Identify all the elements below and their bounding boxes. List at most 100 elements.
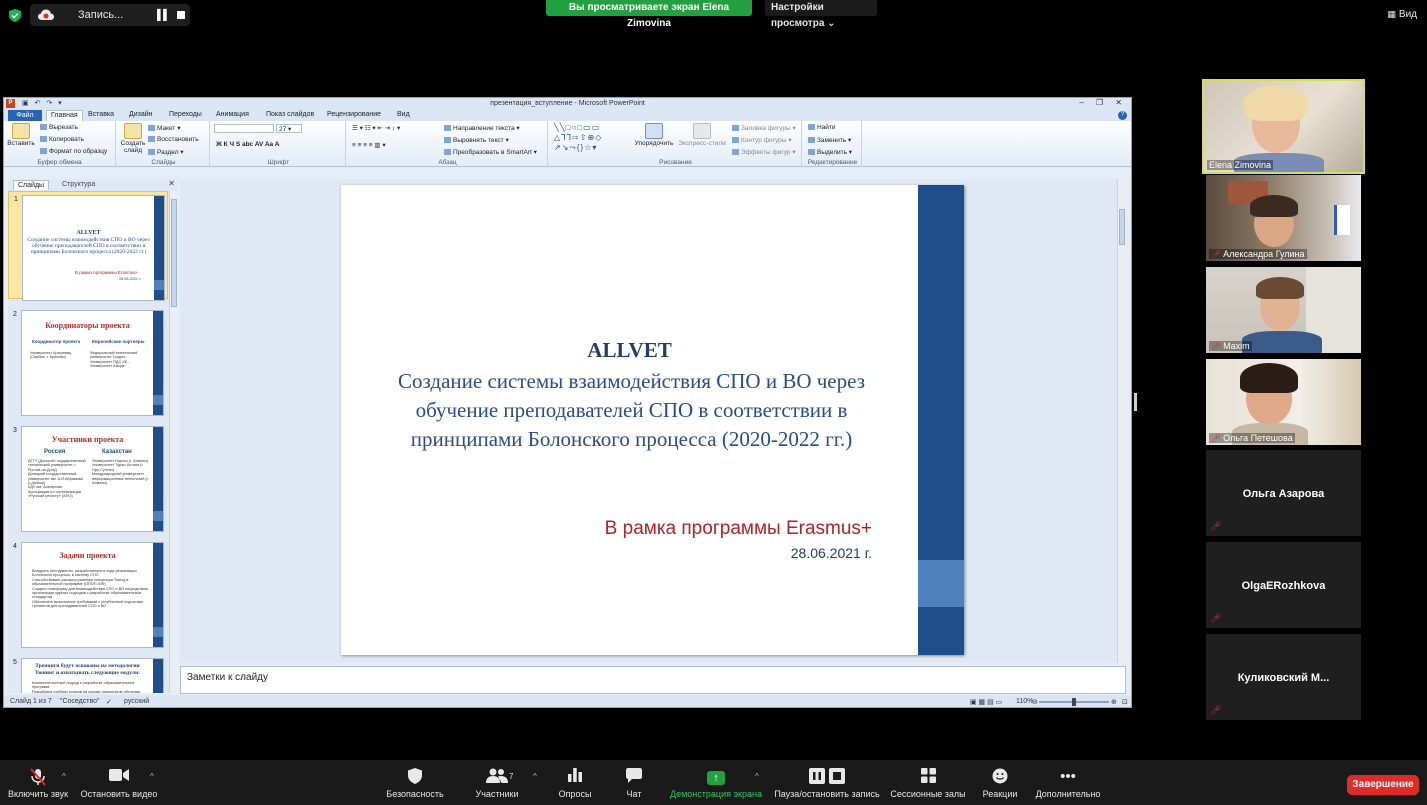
participant-tile[interactable]: OlgaERozhkova 🎤︎	[1206, 542, 1361, 628]
slides-pane-scrollbar[interactable]	[169, 191, 178, 693]
cut-button[interactable]: Вырезать	[40, 124, 78, 131]
breakout-rooms-button[interactable]: Сессионные залы	[888, 768, 968, 799]
video-options-caret-icon[interactable]: ^	[150, 772, 154, 781]
participant-name: Elena Zimovina	[1207, 160, 1274, 170]
slide-subtitle[interactable]: Создание системы взаимодействия СПО и ВО…	[359, 367, 904, 454]
tab-home[interactable]: Главная	[46, 110, 83, 121]
copy-button[interactable]: Копировать	[40, 136, 84, 143]
reactions-button[interactable]: Реакции	[980, 768, 1020, 799]
replace-button[interactable]: Заменить ▾	[808, 136, 851, 144]
tab-insert[interactable]: Вставка	[88, 111, 114, 118]
tab-outline[interactable]: Структура	[58, 180, 99, 190]
encryption-shield-icon[interactable]	[9, 9, 21, 22]
participant-tile[interactable]: Ольга Азарова 🎤︎	[1206, 450, 1361, 536]
slide-program-text[interactable]: В рамка программы Erasmus+	[605, 518, 872, 540]
font-format-buttons[interactable]: Ж К Ч S abc AV Aa A	[216, 141, 279, 148]
reset-icon	[148, 136, 155, 143]
slide-thumbnail-5[interactable]: 5 Тренинги будут основаны на методологии…	[8, 655, 168, 693]
font-size-select[interactable]: 27 ▾	[276, 124, 302, 133]
slide-accent-block	[154, 280, 164, 290]
slide-thumbnail-4[interactable]: 4 Задачи проекта Внедрить инструменты, р…	[8, 539, 168, 648]
language-indicator[interactable]: русский	[124, 698, 149, 705]
paste-button[interactable]: Вставить	[6, 123, 36, 147]
view-layout-button[interactable]: ▦ Вид	[1387, 9, 1417, 20]
slide-notes-field[interactable]: Заметки к слайду	[180, 666, 1126, 694]
view-mode-buttons[interactable]: ▣ ▦ ▤ ▭	[970, 698, 1002, 706]
share-options-caret-icon[interactable]: ^	[755, 772, 759, 781]
reset-button[interactable]: Восстановить	[148, 136, 199, 143]
zoom-slider[interactable]	[1039, 698, 1109, 706]
slide-accent-block	[153, 395, 163, 405]
thumb-col2-heading: Европейские партнеры	[92, 339, 145, 344]
align-text-button[interactable]: Выровнять текст ▾	[444, 136, 509, 144]
section-button[interactable]: Раздел ▾	[148, 148, 184, 156]
participant-tile[interactable]: 🎤︎ Maxim	[1206, 267, 1361, 353]
group-name-clipboard: Буфер обмена	[37, 159, 82, 166]
tab-design[interactable]: Дизайн	[129, 111, 153, 118]
security-button[interactable]: Безопасность	[386, 768, 444, 799]
tab-view[interactable]: Вид	[397, 111, 410, 118]
font-family-select[interactable]	[214, 124, 274, 133]
unmute-button[interactable]: Включить звук	[6, 768, 70, 799]
recording-indicator[interactable]: Запись... ▌▌	[30, 4, 190, 26]
close-pane-icon[interactable]: ✕	[168, 179, 175, 188]
slide-thumbnail-2[interactable]: 2 Координаторы проекта Координатор проек…	[8, 307, 168, 416]
tab-transitions[interactable]: Переходы	[169, 111, 202, 118]
view-options-dropdown[interactable]: Настройки просмотра ⌄	[765, 0, 877, 29]
select-button[interactable]: Выделить ▾	[808, 148, 852, 156]
pause-recording-icon[interactable]: ▌▌	[157, 10, 170, 21]
shape-effects-button[interactable]: Эффекты фигур ▾	[732, 148, 796, 156]
ribbon-group-font: 27 ▾ Ж К Ч S abc AV Aa A Шрифт	[212, 121, 346, 167]
text-direction-button[interactable]: Направление текста ▾	[444, 124, 520, 132]
new-slide-button[interactable]: Создать слайд	[120, 123, 146, 154]
scrollbar-thumb[interactable]	[1119, 209, 1125, 245]
fill-bucket-icon	[732, 125, 739, 132]
participants-options-caret-icon[interactable]: ^	[533, 772, 537, 781]
participant-tile[interactable]: 🎤︎ Ольга Петешова	[1206, 359, 1361, 445]
chat-button[interactable]: Чат	[622, 768, 646, 799]
tab-slides[interactable]: Слайды	[13, 180, 50, 190]
quick-styles-button[interactable]: Экспресс-стили	[678, 123, 726, 147]
stop-video-button[interactable]: Остановить видео	[80, 768, 158, 799]
shape-fill-button[interactable]: Заливка фигуры ▾	[732, 124, 796, 132]
format-painter-button[interactable]: Формат по образцу	[40, 148, 107, 155]
participant-tile[interactable]: Куликовский М... 🎤︎	[1206, 634, 1361, 720]
zoom-in-icon[interactable]: ⊕	[1111, 698, 1117, 706]
shape-outline-button[interactable]: Контур фигуры ▾	[732, 136, 792, 144]
more-button[interactable]: ••• Дополнительно	[1032, 768, 1104, 799]
slide-date-text[interactable]: 28.06.2021 г.	[791, 545, 872, 561]
smartart-button[interactable]: Преобразовать в SmartArt ▾	[444, 148, 537, 156]
fit-slide-icon[interactable]: ⊡	[1122, 698, 1128, 706]
tab-file[interactable]: Файл	[8, 110, 42, 121]
slide-thumbnail-3[interactable]: 3 Участники проекта Россия Казахстан ДГТ…	[8, 423, 168, 532]
window-controls[interactable]: ‒ ❐ ✕	[1079, 98, 1127, 107]
slide-area-scrollbar[interactable]	[1117, 179, 1126, 663]
polls-button[interactable]: Опросы	[556, 768, 594, 799]
current-slide[interactable]: ALLVET Создание системы взаимодействия С…	[341, 185, 964, 655]
audio-options-caret-icon[interactable]: ^	[62, 772, 66, 781]
slide-thumbnail-1[interactable]: 1 ALLVET Создание системы взаимодействия…	[8, 191, 168, 301]
shapes-gallery[interactable]: ╲╲□○□▭▭ △⅂⅂⇨⇧⊕◇ ↗↘⤳{}☆▾	[554, 123, 602, 153]
align-buttons[interactable]: ≡ ≡ ≡ ≡ ▥ ▾	[352, 141, 386, 149]
zoom-slider-knob[interactable]	[1072, 698, 1076, 706]
tab-animation[interactable]: Анимация	[216, 111, 249, 118]
tab-review[interactable]: Рецензирование	[327, 111, 381, 118]
tab-slideshow[interactable]: Показ слайдов	[266, 111, 314, 118]
find-button[interactable]: Найти	[808, 124, 836, 131]
list-buttons[interactable]: ☰ ▾ ☷ ▾ ⇤ ⇥ ↕ ▾	[352, 124, 400, 132]
spellcheck-icon[interactable]: ✓	[106, 698, 112, 706]
participant-tile[interactable]: 🎤︎ Александра Гулина	[1206, 175, 1361, 261]
zoom-out-icon[interactable]: ⊖	[1032, 698, 1038, 706]
share-resize-handle[interactable]	[1134, 393, 1137, 411]
layout-button[interactable]: Макет ▾	[148, 124, 180, 132]
share-screen-button[interactable]: ↑ Демонстрация экрана	[668, 768, 764, 799]
pause-stop-recording-button[interactable]: Пауза/остановить запись	[772, 768, 882, 799]
help-icon[interactable]: ?	[1118, 111, 1127, 120]
end-meeting-button[interactable]: Завершение	[1347, 775, 1419, 795]
arrange-button[interactable]: Упорядочить	[634, 123, 674, 147]
stop-recording-icon[interactable]	[177, 11, 185, 19]
slide-title[interactable]: ALLVET	[341, 338, 918, 363]
scrollbar-thumb[interactable]	[171, 199, 177, 307]
zoom-level[interactable]: 110%	[1016, 698, 1033, 705]
participant-tile-active-speaker[interactable]: Elena Zimovina	[1202, 79, 1365, 174]
